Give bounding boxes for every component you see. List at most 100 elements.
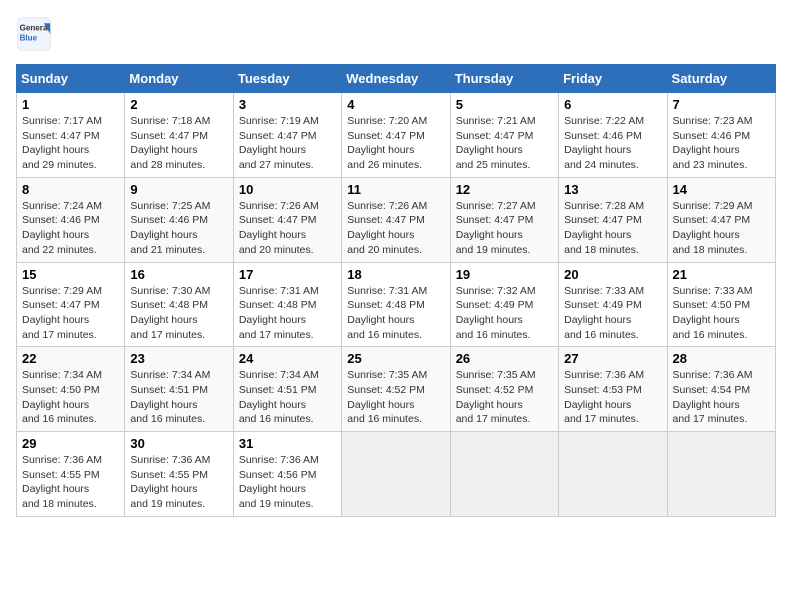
day-number: 7 xyxy=(673,97,770,112)
day-info: Sunrise: 7:36 AMSunset: 4:55 PMDaylight … xyxy=(130,454,210,510)
day-info: Sunrise: 7:22 AMSunset: 4:46 PMDaylight … xyxy=(564,115,644,171)
day-info: Sunrise: 7:19 AMSunset: 4:47 PMDaylight … xyxy=(239,115,319,171)
header-monday: Monday xyxy=(125,65,233,93)
day-number: 30 xyxy=(130,436,227,451)
day-info: Sunrise: 7:34 AMSunset: 4:51 PMDaylight … xyxy=(239,369,319,425)
calendar-table: SundayMondayTuesdayWednesdayThursdayFrid… xyxy=(16,64,776,517)
day-number: 18 xyxy=(347,267,444,282)
calendar-day-cell: 21 Sunrise: 7:33 AMSunset: 4:50 PMDayligh… xyxy=(667,262,775,347)
calendar-day-cell: 22Sunrise: 7:34 AMSunset: 4:50 PMDayligh… xyxy=(17,347,125,432)
calendar-day-cell: 3 Sunrise: 7:19 AMSunset: 4:47 PMDaylight… xyxy=(233,93,341,178)
calendar-day-cell: 18 Sunrise: 7:31 AMSunset: 4:48 PMDayligh… xyxy=(342,262,450,347)
day-info: Sunrise: 7:31 AMSunset: 4:48 PMDaylight … xyxy=(239,285,319,341)
calendar-week-row: 29 Sunrise: 7:36 AMSunset: 4:55 PMDayligh… xyxy=(17,432,776,517)
calendar-day-cell: 23 Sunrise: 7:34 AMSunset: 4:51 PMDayligh… xyxy=(125,347,233,432)
day-info: Sunrise: 7:29 AMSunset: 4:47 PMDaylight … xyxy=(22,285,102,341)
day-number: 15 xyxy=(22,267,119,282)
day-number: 8 xyxy=(22,182,119,197)
day-number: 2 xyxy=(130,97,227,112)
calendar-day-cell: 28Sunrise: 7:36 AMSunset: 4:54 PMDayligh… xyxy=(667,347,775,432)
day-info: Sunrise: 7:25 AMSunset: 4:46 PMDaylight … xyxy=(130,200,210,256)
day-number: 4 xyxy=(347,97,444,112)
day-number: 26 xyxy=(456,351,553,366)
calendar-day-cell: 29Sunrise: 7:36 AMSunset: 4:55 PMDayligh… xyxy=(17,432,125,517)
day-number: 3 xyxy=(239,97,336,112)
calendar-day-cell: 19Sunrise: 7:32 AMSunset: 4:49 PMDayligh… xyxy=(450,262,558,347)
header-saturday: Saturday xyxy=(667,65,775,93)
calendar-day-cell: 1 Sunrise: 7:17 AMSunset: 4:47 PMDaylight… xyxy=(17,93,125,178)
calendar-day-cell: 16 Sunrise: 7:30 AMSunset: 4:48 PMDayligh… xyxy=(125,262,233,347)
calendar-week-row: 1 Sunrise: 7:17 AMSunset: 4:47 PMDaylight… xyxy=(17,93,776,178)
day-info: Sunrise: 7:30 AMSunset: 4:48 PMDaylight … xyxy=(130,285,210,341)
day-info: Sunrise: 7:20 AMSunset: 4:47 PMDaylight … xyxy=(347,115,427,171)
day-number: 29 xyxy=(22,436,119,451)
calendar-day-cell: 7Sunrise: 7:23 AMSunset: 4:46 PMDaylight… xyxy=(667,93,775,178)
day-info: Sunrise: 7:21 AMSunset: 4:47 PMDaylight … xyxy=(456,115,536,171)
day-number: 10 xyxy=(239,182,336,197)
day-info: Sunrise: 7:35 AMSunset: 4:52 PMDaylight … xyxy=(456,369,536,425)
calendar-day-cell: 24 Sunrise: 7:34 AMSunset: 4:51 PMDayligh… xyxy=(233,347,341,432)
day-info: Sunrise: 7:18 AMSunset: 4:47 PMDaylight … xyxy=(130,115,210,171)
day-info: Sunrise: 7:17 AMSunset: 4:47 PMDaylight … xyxy=(22,115,102,171)
day-number: 5 xyxy=(456,97,553,112)
day-info: Sunrise: 7:36 AMSunset: 4:56 PMDaylight … xyxy=(239,454,319,510)
header-thursday: Thursday xyxy=(450,65,558,93)
calendar-day-cell xyxy=(342,432,450,517)
calendar-header-row: SundayMondayTuesdayWednesdayThursdayFrid… xyxy=(17,65,776,93)
day-number: 6 xyxy=(564,97,661,112)
header-tuesday: Tuesday xyxy=(233,65,341,93)
day-info: Sunrise: 7:31 AMSunset: 4:48 PMDaylight … xyxy=(347,285,427,341)
calendar-day-cell: 9 Sunrise: 7:25 AMSunset: 4:46 PMDaylight… xyxy=(125,177,233,262)
day-info: Sunrise: 7:29 AMSunset: 4:47 PMDaylight … xyxy=(673,200,753,256)
day-info: Sunrise: 7:26 AMSunset: 4:47 PMDaylight … xyxy=(347,200,427,256)
calendar-day-cell: 31 Sunrise: 7:36 AMSunset: 4:56 PMDayligh… xyxy=(233,432,341,517)
calendar-day-cell: 4 Sunrise: 7:20 AMSunset: 4:47 PMDaylight… xyxy=(342,93,450,178)
calendar-day-cell: 12 Sunrise: 7:27 AMSunset: 4:47 PMDayligh… xyxy=(450,177,558,262)
header-friday: Friday xyxy=(559,65,667,93)
calendar-day-cell: 2 Sunrise: 7:18 AMSunset: 4:47 PMDaylight… xyxy=(125,93,233,178)
day-number: 9 xyxy=(130,182,227,197)
day-info: Sunrise: 7:24 AMSunset: 4:46 PMDaylight … xyxy=(22,200,102,256)
day-number: 31 xyxy=(239,436,336,451)
day-number: 27 xyxy=(564,351,661,366)
calendar-day-cell: 26 Sunrise: 7:35 AMSunset: 4:52 PMDayligh… xyxy=(450,347,558,432)
calendar-day-cell: 10Sunrise: 7:26 AMSunset: 4:47 PMDayligh… xyxy=(233,177,341,262)
header-wednesday: Wednesday xyxy=(342,65,450,93)
calendar-day-cell xyxy=(450,432,558,517)
header-sunday: Sunday xyxy=(17,65,125,93)
calendar-day-cell: 6 Sunrise: 7:22 AMSunset: 4:46 PMDaylight… xyxy=(559,93,667,178)
day-number: 23 xyxy=(130,351,227,366)
day-number: 20 xyxy=(564,267,661,282)
day-number: 25 xyxy=(347,351,444,366)
logo-icon: General Blue xyxy=(16,16,52,52)
day-info: Sunrise: 7:34 AMSunset: 4:50 PMDaylight … xyxy=(22,369,102,425)
day-number: 1 xyxy=(22,97,119,112)
day-info: Sunrise: 7:27 AMSunset: 4:47 PMDaylight … xyxy=(456,200,536,256)
day-number: 16 xyxy=(130,267,227,282)
calendar-day-cell: 14 Sunrise: 7:29 AMSunset: 4:47 PMDayligh… xyxy=(667,177,775,262)
day-number: 11 xyxy=(347,182,444,197)
svg-text:Blue: Blue xyxy=(20,33,38,42)
calendar-day-cell: 11 Sunrise: 7:26 AMSunset: 4:47 PMDayligh… xyxy=(342,177,450,262)
calendar-day-cell: 25Sunrise: 7:35 AMSunset: 4:52 PMDayligh… xyxy=(342,347,450,432)
calendar-day-cell: 27 Sunrise: 7:36 AMSunset: 4:53 PMDayligh… xyxy=(559,347,667,432)
day-info: Sunrise: 7:33 AMSunset: 4:50 PMDaylight … xyxy=(673,285,753,341)
day-info: Sunrise: 7:34 AMSunset: 4:51 PMDaylight … xyxy=(130,369,210,425)
calendar-day-cell: 8 Sunrise: 7:24 AMSunset: 4:46 PMDaylight… xyxy=(17,177,125,262)
day-number: 12 xyxy=(456,182,553,197)
calendar-day-cell: 13Sunrise: 7:28 AMSunset: 4:47 PMDayligh… xyxy=(559,177,667,262)
page-header: General Blue xyxy=(16,16,776,52)
day-number: 21 xyxy=(673,267,770,282)
day-number: 28 xyxy=(673,351,770,366)
calendar-day-cell xyxy=(559,432,667,517)
logo: General Blue xyxy=(16,16,52,52)
day-info: Sunrise: 7:33 AMSunset: 4:49 PMDaylight … xyxy=(564,285,644,341)
calendar-day-cell: 5 Sunrise: 7:21 AMSunset: 4:47 PMDaylight… xyxy=(450,93,558,178)
calendar-day-cell: 17Sunrise: 7:31 AMSunset: 4:48 PMDayligh… xyxy=(233,262,341,347)
day-number: 24 xyxy=(239,351,336,366)
day-info: Sunrise: 7:28 AMSunset: 4:47 PMDaylight … xyxy=(564,200,644,256)
day-number: 14 xyxy=(673,182,770,197)
day-info: Sunrise: 7:36 AMSunset: 4:53 PMDaylight … xyxy=(564,369,644,425)
calendar-day-cell: 20 Sunrise: 7:33 AMSunset: 4:49 PMDayligh… xyxy=(559,262,667,347)
calendar-week-row: 15 Sunrise: 7:29 AMSunset: 4:47 PMDayligh… xyxy=(17,262,776,347)
